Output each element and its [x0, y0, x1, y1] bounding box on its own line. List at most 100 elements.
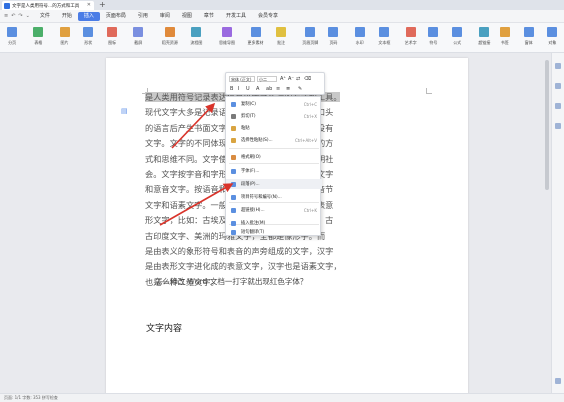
font-family-select[interactable]: 宋体 (正文) — [229, 76, 255, 82]
ribbon-button[interactable]: 形状 — [83, 27, 94, 46]
ribbon-button-icon — [428, 27, 439, 37]
ribbon-button-label: 流程图 — [190, 40, 203, 45]
ribbon-button-label: 窗体 — [524, 40, 533, 45]
ribbon-button-label: 艺术字 — [404, 40, 417, 45]
menu-item-icon — [231, 101, 236, 107]
ribbon-button[interactable]: 图标 — [107, 27, 118, 46]
panel-expand-icon[interactable] — [555, 378, 561, 384]
format-button[interactable]: ⇄ — [296, 76, 300, 82]
ribbon-button[interactable]: 书签 — [499, 27, 510, 46]
format-button[interactable]: ✎ — [298, 86, 302, 92]
menu-item-icon — [231, 113, 236, 119]
menu-item-icon — [231, 154, 236, 160]
quick-access-icon[interactable]: ↶ — [11, 13, 15, 19]
ribbon-button[interactable]: 页眉页脚 — [302, 27, 318, 46]
format-button[interactable]: A⁺ — [280, 76, 286, 82]
ribbon-button[interactable]: 流程图 — [190, 27, 202, 46]
ribbon-button-label: 形状 — [84, 40, 93, 45]
ribbon-button-label: 页码 — [329, 40, 338, 45]
document-tab[interactable]: 文字是人类用符号...的方式和工具 ✕ — [2, 1, 94, 10]
panel-tools-icon[interactable] — [555, 123, 561, 129]
ribbon-button-label: 书签 — [500, 40, 509, 45]
format-button[interactable]: B — [230, 86, 233, 92]
ribbon-button[interactable]: 表格 — [33, 27, 44, 46]
question-line[interactable]: 怎么修改 Word 文档一打字就出现红色字体？ — [155, 276, 307, 287]
ribbon-button[interactable]: 文本框 — [378, 27, 390, 46]
menu-item[interactable]: 开始 — [56, 12, 78, 21]
panel-style-icon[interactable] — [555, 63, 561, 69]
ribbon-button[interactable]: 图片 — [59, 27, 70, 46]
menu-item[interactable]: 审阅 — [154, 12, 176, 21]
ribbon-button[interactable]: 公式 — [452, 27, 463, 46]
paragraph-line[interactable]: 是由表形文字进化成的表意文字，汉字也是语素文字， — [145, 259, 340, 274]
context-menu-item[interactable]: 格式刷(O) — [226, 152, 322, 162]
ribbon-button-icon — [107, 27, 118, 37]
menu-item[interactable]: 章节 — [198, 12, 220, 21]
ribbon-button-label: 公式 — [453, 40, 462, 45]
ribbon-button-icon — [59, 27, 70, 37]
ribbon-button[interactable]: 分页 — [7, 27, 18, 46]
format-button[interactable]: U — [246, 86, 250, 92]
format-button[interactable]: ≣ — [286, 86, 290, 92]
menu-item[interactable]: 插入 — [77, 11, 100, 21]
context-menu-item[interactable]: 剪切(T) Ctrl+X — [226, 111, 322, 121]
context-menu-item[interactable]: 项目符号和编号(N)... — [226, 192, 322, 202]
paragraph-line[interactable]: 是由表义的象形符号和表音的声旁组成的文字，汉字 — [145, 244, 340, 259]
format-button[interactable]: A — [256, 86, 259, 92]
ribbon-button[interactable]: 对象 — [547, 27, 558, 46]
status-bar: 页面: 1/1 字数: 353 拼写检查 — [0, 393, 564, 402]
menu-item[interactable]: 视图 — [176, 12, 198, 21]
menu-item[interactable]: 文件 — [34, 12, 56, 21]
context-menu-item[interactable]: 选择性粘贴(S)... Ctrl+Alt+V — [226, 135, 322, 145]
context-menu-item[interactable]: 复制(C) Ctrl+C — [226, 99, 322, 109]
ribbon-button-icon — [33, 27, 44, 37]
ribbon-button[interactable]: 页码 — [328, 27, 339, 46]
panel-property-icon[interactable] — [555, 103, 561, 109]
close-tab-icon[interactable]: ✕ — [87, 2, 91, 8]
format-button[interactable]: A⁻ — [288, 76, 294, 82]
context-menu-item[interactable]: 段落(P)... — [226, 179, 322, 189]
format-button[interactable]: I — [238, 86, 239, 92]
menu-item[interactable]: 引用 — [132, 12, 154, 21]
ribbon-button[interactable]: 批注 — [276, 27, 287, 46]
ribbon-button[interactable]: 符号 — [428, 27, 439, 46]
context-menu-item[interactable]: 短句翻译(T) — [226, 227, 322, 237]
ribbon-button-icon — [328, 27, 339, 37]
ribbon-button[interactable]: 更多素材 — [248, 27, 264, 46]
menu-item-icon — [231, 137, 236, 143]
ribbon-button[interactable]: 艺术字 — [405, 27, 417, 46]
ribbon-button[interactable]: 稻壳资源 — [162, 27, 178, 46]
ribbon-button[interactable]: 思维导图 — [219, 27, 235, 46]
context-menu-item[interactable]: 粘贴 — [226, 123, 322, 133]
menu-item-label: 段落(P)... — [241, 182, 260, 187]
ribbon-button-icon — [221, 27, 232, 37]
ribbon-button[interactable]: 超链接 — [478, 27, 490, 46]
format-button[interactable]: ≡ — [276, 86, 280, 92]
subheading[interactable]: 文字内容 — [146, 321, 182, 334]
quick-access-icon[interactable]: ↷ — [18, 13, 22, 19]
context-menu-item[interactable]: 字体(F)... — [226, 166, 322, 176]
context-menu-item[interactable]: 超链接(H)... Ctrl+K — [226, 205, 322, 215]
ribbon-button-icon — [250, 27, 261, 37]
ribbon-button[interactable]: 水印 — [354, 27, 365, 46]
quick-access-toolbar: ≡ ↶ ↷ ⌄ — [0, 13, 34, 19]
quick-access-icon[interactable]: ⌄ — [26, 13, 30, 19]
vertical-scrollbar[interactable] — [545, 60, 549, 190]
new-tab-button[interactable]: + — [99, 0, 106, 9]
quick-access-icon[interactable]: ≡ — [4, 13, 8, 19]
menu-item-icon — [231, 229, 236, 235]
format-button[interactable]: ⌫ — [304, 76, 311, 82]
format-button[interactable]: ab — [266, 86, 272, 92]
panel-select-icon[interactable] — [555, 83, 561, 89]
ribbon-button[interactable]: 窗体 — [523, 27, 534, 46]
menu-item-label: 项目符号和编号(N)... — [241, 195, 282, 200]
menu-item-shortcut: Ctrl+X — [303, 113, 317, 119]
menu-item[interactable]: 页面布局 — [100, 12, 132, 21]
font-size-select[interactable]: 小二 — [257, 76, 277, 82]
menu-item[interactable]: 会员专享 — [252, 12, 284, 21]
menu-item[interactable]: 开发工具 — [220, 12, 252, 21]
menu-item-icon — [231, 125, 236, 131]
menu-item-icon — [231, 207, 236, 213]
paragraph-handle-icon[interactable]: ▤ — [121, 107, 128, 115]
ribbon-button[interactable]: 截屏 — [133, 27, 144, 46]
